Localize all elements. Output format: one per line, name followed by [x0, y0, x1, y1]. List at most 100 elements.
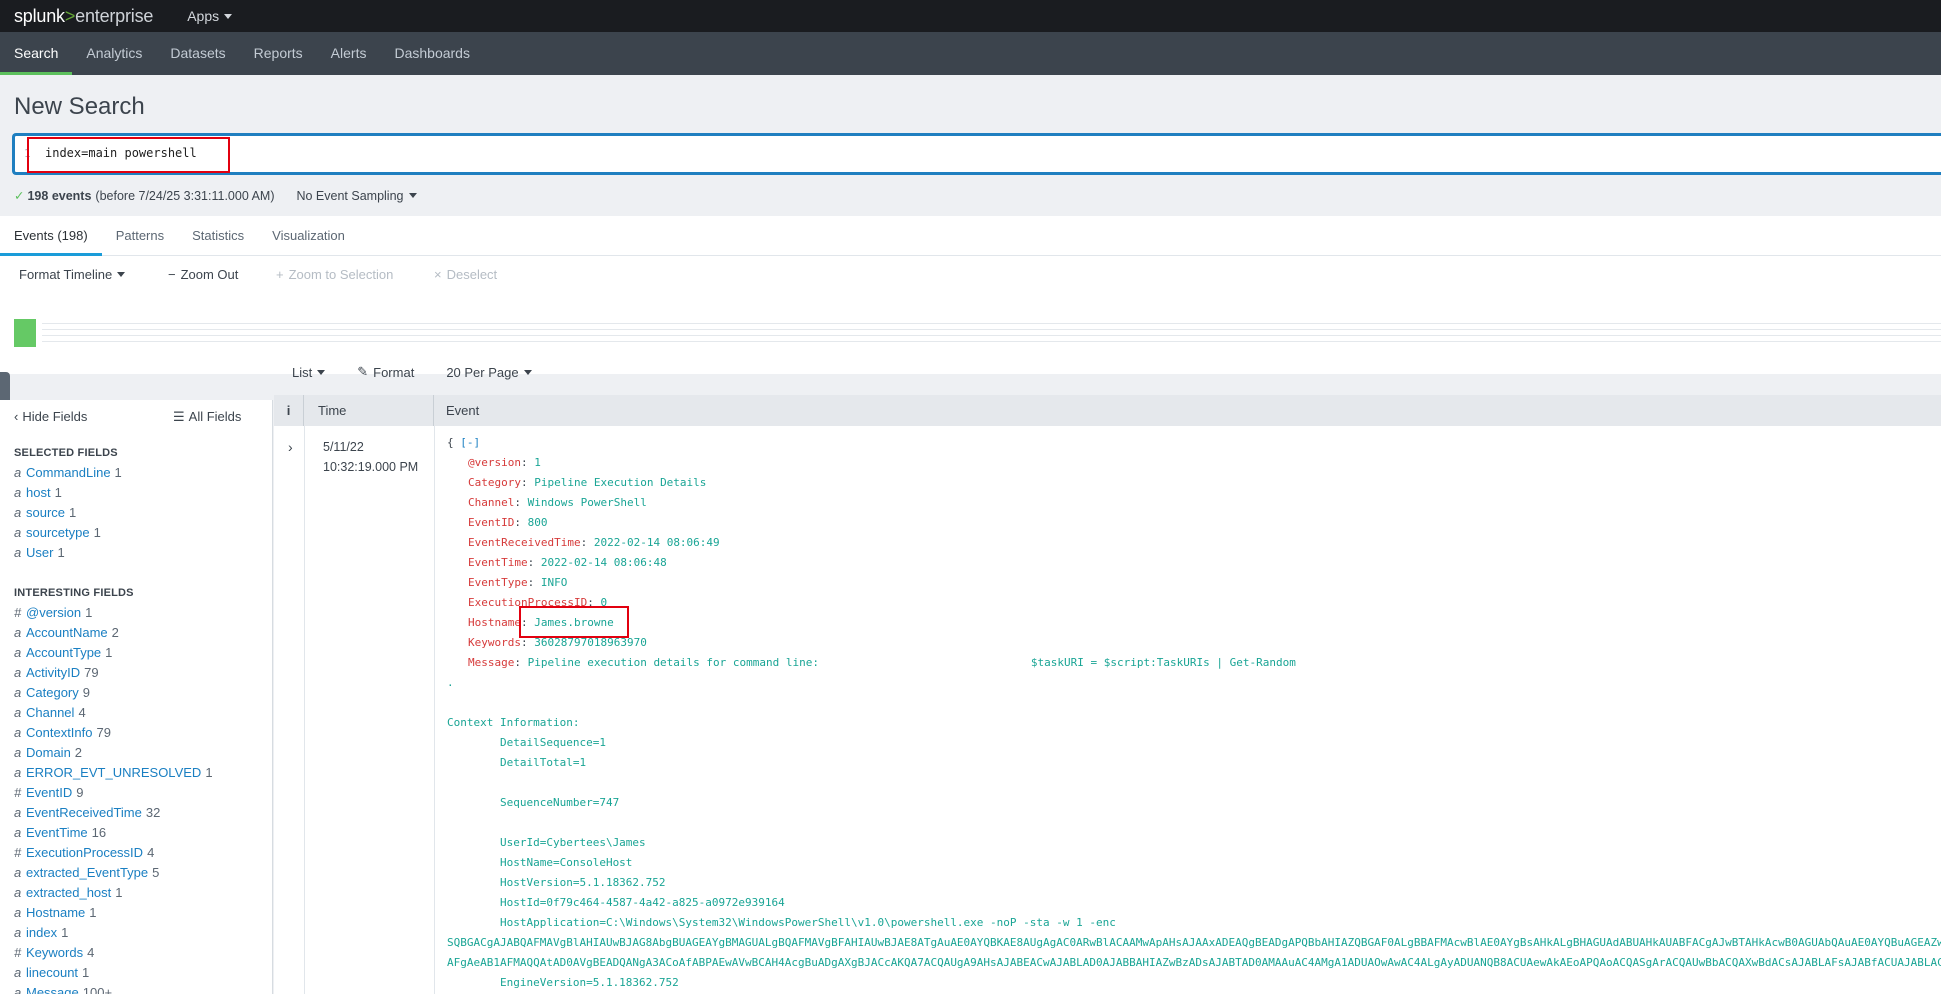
field-name[interactable]: linecount	[26, 965, 78, 980]
sidebar-field-item[interactable]: a extracted_EventType 5	[14, 865, 159, 880]
json-value[interactable]: Pipeline execution details for command l…	[528, 656, 1296, 669]
nav-analytics[interactable]: Analytics	[72, 32, 156, 75]
json-value[interactable]: 2022-02-14 08:06:49	[594, 536, 720, 549]
tab-visualization[interactable]: Visualization	[258, 216, 359, 255]
header-time[interactable]: Time	[304, 395, 434, 426]
nav-alerts[interactable]: Alerts	[317, 32, 381, 75]
sidebar-field-item[interactable]: a Hostname 1	[14, 905, 96, 920]
sidebar-field-item[interactable]: a source 1	[14, 505, 76, 520]
message-line: DetailTotal=1	[447, 756, 587, 769]
field-name[interactable]: extracted_host	[26, 885, 111, 900]
json-key[interactable]: Hostname	[468, 616, 521, 629]
json-key[interactable]: EventType	[468, 576, 528, 589]
sidebar-field-item[interactable]: a Message 100+	[14, 985, 112, 994]
tab-events[interactable]: Events (198)	[0, 216, 102, 256]
field-name[interactable]: EventID	[26, 785, 72, 800]
sidebar-field-item[interactable]: a sourcetype 1	[14, 525, 101, 540]
field-name[interactable]: @version	[26, 605, 81, 620]
json-key[interactable]: EventTime	[468, 556, 528, 569]
nav-dashboards[interactable]: Dashboards	[380, 32, 484, 75]
sidebar-field-item[interactable]: a Channel 4	[14, 705, 86, 720]
sidebar-field-item[interactable]: # EventID 9	[14, 785, 83, 800]
field-name[interactable]: Message	[26, 985, 79, 994]
sidebar-field-item[interactable]: a User 1	[14, 545, 65, 560]
sidebar-field-item[interactable]: # ExecutionProcessID 4	[14, 845, 154, 860]
nav-datasets[interactable]: Datasets	[156, 32, 239, 75]
sidebar-field-item[interactable]: a ERROR_EVT_UNRESOLVED 1	[14, 765, 213, 780]
json-key[interactable]: Category	[468, 476, 521, 489]
json-value[interactable]: Windows PowerShell	[528, 496, 647, 509]
field-name[interactable]: extracted_EventType	[26, 865, 148, 880]
sidebar-field-item[interactable]: a ActivityID 79	[14, 665, 99, 680]
field-name[interactable]: Category	[26, 685, 79, 700]
sidebar-field-item[interactable]: # @version 1	[14, 605, 92, 620]
field-name[interactable]: CommandLine	[26, 465, 111, 480]
json-value[interactable]: 1	[534, 456, 541, 469]
sidebar-field-item[interactable]: # Keywords 4	[14, 945, 94, 960]
tab-statistics[interactable]: Statistics	[178, 216, 258, 255]
sidebar-field-item[interactable]: a CommandLine 1	[14, 465, 122, 480]
field-name[interactable]: EventTime	[26, 825, 88, 840]
highlight-box-hostname	[519, 606, 629, 638]
json-key[interactable]: Keywords	[468, 636, 521, 649]
per-page-dropdown[interactable]: 20 Per Page	[446, 365, 532, 380]
field-name[interactable]: Keywords	[26, 945, 83, 960]
field-name[interactable]: Hostname	[26, 905, 85, 920]
format-button[interactable]: ✎ Format	[357, 364, 414, 380]
field-count: 4	[147, 845, 155, 860]
event-sampling-dropdown[interactable]: No Event Sampling	[296, 189, 417, 203]
sidebar-field-item[interactable]: a linecount 1	[14, 965, 89, 980]
json-collapse-toggle[interactable]: [-]	[460, 436, 480, 449]
sidebar-field-item[interactable]: a AccountName 2	[14, 625, 119, 640]
splunk-logo[interactable]: splunk>enterprise	[14, 6, 153, 27]
search-input[interactable]: 1 index=main powershell	[12, 133, 1941, 175]
timeline-bar[interactable]	[14, 319, 36, 347]
sidebar-field-item[interactable]: a EventReceivedTime 32	[14, 805, 160, 820]
field-name[interactable]: ERROR_EVT_UNRESOLVED	[26, 765, 201, 780]
hide-fields-button[interactable]: ‹ Hide Fields	[14, 409, 87, 424]
json-key[interactable]: Message	[468, 656, 514, 669]
field-name[interactable]: AccountType	[26, 645, 101, 660]
expand-event-icon[interactable]: ›	[288, 439, 293, 455]
sidebar-field-item[interactable]: a EventTime 16	[14, 825, 106, 840]
timeline-chart[interactable]	[12, 317, 1941, 347]
all-fields-button[interactable]: ☰ All Fields	[173, 409, 241, 425]
field-type-icon: a	[14, 965, 22, 980]
field-name[interactable]: User	[26, 545, 53, 560]
nav-search[interactable]: Search	[0, 32, 73, 75]
field-name[interactable]: EventReceivedTime	[26, 805, 142, 820]
json-value[interactable]: INFO	[541, 576, 568, 589]
json-value[interactable]: 2022-02-14 08:06:48	[541, 556, 667, 569]
field-name[interactable]: ExecutionProcessID	[26, 845, 143, 860]
apps-menu[interactable]: Apps	[187, 8, 233, 24]
field-name[interactable]: sourcetype	[26, 525, 90, 540]
json-value[interactable]: 800	[528, 516, 548, 529]
sidebar-field-item[interactable]: a AccountType 1	[14, 645, 112, 660]
format-timeline-button[interactable]: Format Timeline	[19, 267, 126, 282]
field-name[interactable]: source	[26, 505, 65, 520]
tab-patterns[interactable]: Patterns	[102, 216, 178, 255]
sidebar-field-item[interactable]: a ContextInfo 79	[14, 725, 111, 740]
field-name[interactable]: index	[26, 925, 57, 940]
sidebar-field-item[interactable]: a Domain 2	[14, 745, 82, 760]
json-key[interactable]: EventReceivedTime	[468, 536, 581, 549]
sidebar-field-item[interactable]: a host 1	[14, 485, 62, 500]
json-key[interactable]: Channel	[468, 496, 514, 509]
json-key[interactable]: @version	[468, 456, 521, 469]
field-name[interactable]: ActivityID	[26, 665, 80, 680]
field-name[interactable]: host	[26, 485, 51, 500]
field-name[interactable]: Domain	[26, 745, 71, 760]
zoom-to-selection-button[interactable]: + Zoom to Selection	[276, 267, 393, 282]
field-name[interactable]: Channel	[26, 705, 74, 720]
field-name[interactable]: ContextInfo	[26, 725, 93, 740]
field-name[interactable]: AccountName	[26, 625, 108, 640]
sidebar-field-item[interactable]: a index 1	[14, 925, 68, 940]
zoom-out-button[interactable]: − Zoom Out	[168, 267, 238, 282]
deselect-button[interactable]: × Deselect	[434, 267, 497, 282]
json-key[interactable]: EventID	[468, 516, 514, 529]
json-value[interactable]: Pipeline Execution Details	[534, 476, 706, 489]
nav-reports[interactable]: Reports	[240, 32, 317, 75]
sidebar-field-item[interactable]: a Category 9	[14, 685, 90, 700]
sidebar-field-item[interactable]: a extracted_host 1	[14, 885, 123, 900]
list-view-dropdown[interactable]: List	[292, 365, 326, 380]
